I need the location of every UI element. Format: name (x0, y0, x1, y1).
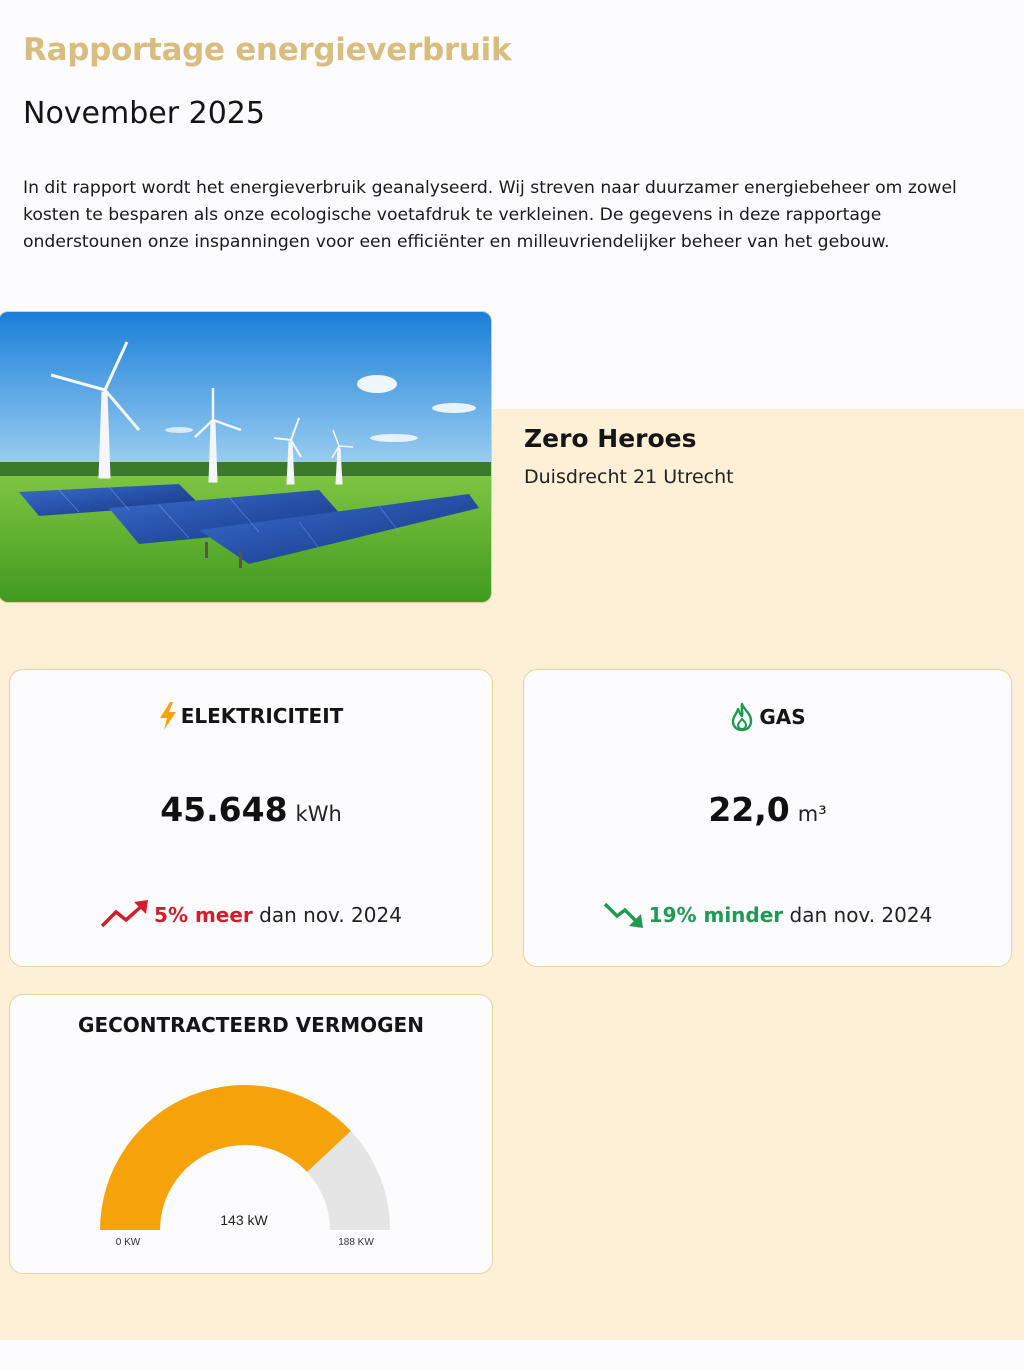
gas-change-suffix: dan nov. 2024 (789, 903, 933, 927)
electricity-card: ELEKTRICITEIT 45.648 kWh 5% meer dan nov… (9, 669, 493, 967)
gas-change: 19% minder (648, 903, 784, 927)
trend-down-icon (603, 902, 643, 928)
contracted-power-gauge: 143 kW 0 KW 188 KW (100, 1085, 390, 1248)
gas-amount: 22,0 (708, 790, 790, 829)
wind-solar-photo (0, 311, 492, 603)
gauge-fill (100, 1085, 351, 1230)
gas-card: GAS 22,0 m³ 19% minder dan nov. 2024 (523, 669, 1012, 967)
gas-header: GAS (524, 702, 1011, 732)
electricity-unit: kWh (295, 802, 342, 826)
electricity-label: ELEKTRICITEIT (180, 704, 344, 728)
gauge-value-label: 143 kW (220, 1212, 268, 1228)
electricity-change: 5% meer (154, 903, 253, 927)
gauge-min-label: 0 KW (116, 1237, 141, 1248)
location-name: Zero Heroes (524, 424, 697, 453)
gas-unit: m³ (797, 802, 827, 826)
wind-solar-illustration (0, 312, 491, 602)
contracted-power-card: GECONTRACTEERD VERMOGEN 143 kW 0 KW 188 … (9, 994, 493, 1274)
location-address: Duisdrecht 21 Utrecht (524, 466, 734, 488)
electricity-value: 45.648 kWh (10, 790, 492, 829)
electricity-header: ELEKTRICITEIT (10, 702, 492, 730)
gas-comparison: 19% minder dan nov. 2024 (524, 900, 1011, 930)
lightning-icon (159, 702, 176, 730)
report-intro: In dit rapport wordt het energieverbruik… (23, 178, 957, 252)
electricity-change-suffix: dan nov. 2024 (259, 903, 402, 927)
gauge-max-label: 188 KW (338, 1237, 374, 1248)
electricity-comparison: 5% meer dan nov. 2024 (10, 900, 492, 930)
flame-icon (732, 702, 753, 732)
trend-up-icon (100, 900, 149, 928)
electricity-amount: 45.648 (160, 790, 288, 829)
report-period: November 2025 (23, 96, 265, 131)
gas-label: GAS (759, 705, 806, 729)
report-title: Rapportage energieverbruik (23, 32, 512, 68)
gas-value: 22,0 m³ (524, 790, 1011, 829)
